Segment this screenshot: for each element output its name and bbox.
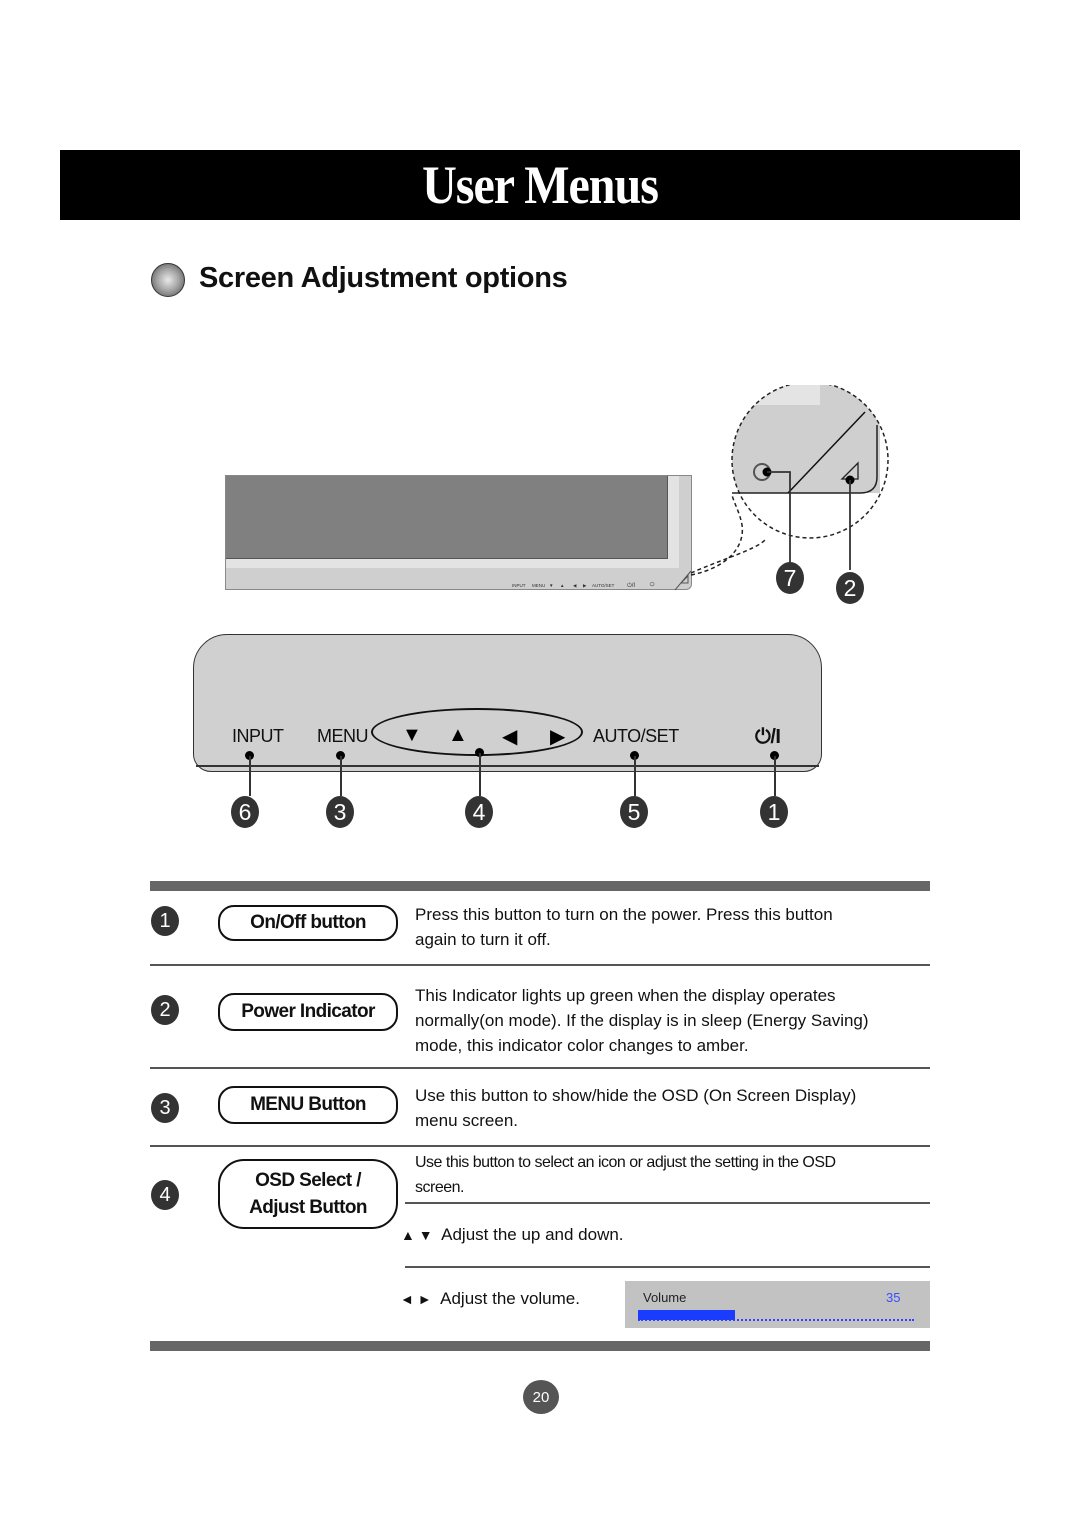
row-number-badge: 2 [151, 995, 179, 1025]
description-line: again to turn it off. [415, 930, 551, 949]
up-arrow-button[interactable]: ▲ [448, 724, 468, 747]
row-number-badge: 4 [151, 1180, 179, 1210]
sub-row-divider [405, 1202, 930, 1204]
left-arrow-button[interactable]: ◀ [502, 724, 517, 749]
tiny-right-label: ▶ [583, 583, 587, 588]
row-divider [150, 1067, 930, 1069]
menu-button-label[interactable]: MENU [317, 726, 369, 747]
tiny-input-label: INPUT [512, 583, 526, 588]
tiny-triangle-icon [679, 574, 689, 584]
input-button-label[interactable]: INPUT [232, 726, 284, 747]
section-title: Screen Adjustment options [199, 262, 568, 294]
front-panel-base-line [196, 765, 819, 767]
callout-3-leader [340, 756, 342, 796]
function-name-pill: Power Indicator [218, 993, 398, 1031]
tiny-autoset-label: AUTO/SET [592, 583, 615, 588]
left-right-arrows-icon: ◄ ► [400, 1291, 432, 1307]
sub-instruction-text: Adjust the up and down. [441, 1225, 624, 1244]
down-arrow-button[interactable]: ▼ [402, 724, 422, 747]
description-line: Press this button to turn on the power. … [415, 905, 833, 924]
function-name-pill: OSD Select / Adjust Button [218, 1159, 398, 1229]
section-bullet-icon [151, 263, 185, 297]
sub-instruction-text: Adjust the volume. [440, 1289, 580, 1308]
callout-1-badge: 1 [760, 796, 788, 828]
function-description: This Indicator lights up green when the … [415, 983, 945, 1058]
callout-3-badge: 3 [326, 796, 354, 828]
sub-instruction-volume: ◄ ► Adjust the volume. [400, 1286, 620, 1312]
description-line: normally(on mode). If the display is in … [415, 1011, 869, 1030]
tiny-indicator-icon: ○ [649, 579, 656, 590]
callout-2-badge: 2 [836, 572, 864, 604]
row-divider [150, 964, 930, 966]
function-name-pill: MENU Button [218, 1086, 398, 1124]
zoom-dashed-connector-b [690, 494, 744, 576]
function-description: Press this button to turn on the power. … [415, 902, 935, 952]
table-top-rule [150, 881, 930, 891]
callout-4-badge: 4 [465, 796, 493, 828]
tiny-up-label: ▲ [560, 583, 565, 588]
up-down-arrows-icon: ▲ ▼ [401, 1227, 433, 1243]
description-line: mode, this indicator color changes to am… [415, 1036, 749, 1055]
monitor-screen [226, 476, 668, 559]
title-banner: User Menus [60, 150, 1020, 220]
description-line: menu screen. [415, 1111, 518, 1130]
monitor-screen-bottom [226, 558, 679, 568]
tiny-menu-label: MENU [532, 583, 546, 588]
callout-7-badge: 7 [776, 562, 804, 594]
row-number-badge: 1 [151, 906, 179, 936]
description-line: Use this button to show/hide the OSD (On… [415, 1086, 857, 1105]
autoset-button-label[interactable]: AUTO/SET [593, 726, 679, 747]
sub-instruction-updown: ▲ ▼ Adjust the up and down. [401, 1222, 921, 1248]
row-number-badge: 3 [151, 1093, 179, 1123]
page-title: User Menus [422, 155, 659, 215]
description-line: This Indicator lights up green when the … [415, 986, 836, 1005]
zoom-dashed-connector-a [690, 539, 766, 574]
callout-5-leader [634, 756, 636, 796]
callout-6-leader [249, 756, 251, 796]
callout-6-badge: 6 [231, 796, 259, 828]
volume-slider-fill [638, 1310, 735, 1320]
right-arrow-button[interactable]: ▶ [550, 724, 565, 749]
function-description: Use this button to select an icon or adj… [415, 1150, 935, 1200]
callout-4-leader [479, 753, 481, 796]
page-number-badge: 20 [523, 1380, 559, 1414]
callout-5-badge: 5 [620, 796, 648, 828]
table-bottom-rule [150, 1341, 930, 1351]
tiny-left-label: ◀ [573, 583, 577, 588]
sub-row-divider [405, 1266, 930, 1268]
power-button-icon[interactable]: ⏻/I [755, 726, 781, 749]
tiny-power-label: ⏻/I [627, 583, 636, 589]
pill-line: OSD Select / [255, 1170, 361, 1191]
volume-value: 35 [886, 1290, 901, 1305]
description-line: screen. [415, 1179, 464, 1196]
callout-1-leader [774, 756, 776, 796]
description-line: Use this button to select an icon or adj… [415, 1154, 836, 1171]
function-description: Use this button to show/hide the OSD (On… [415, 1083, 935, 1133]
volume-label: Volume [643, 1290, 687, 1305]
row-divider [150, 1145, 930, 1147]
function-name-pill: On/Off button [218, 905, 398, 941]
pill-line: Adjust Button [249, 1197, 367, 1218]
tiny-down-label: ▼ [549, 583, 554, 588]
